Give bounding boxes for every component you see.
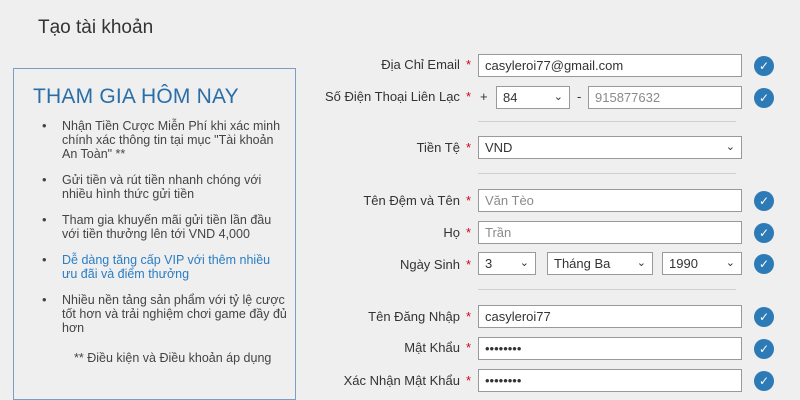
phone-label: Số Điện Thoại Liên Lạc * bbox=[325, 89, 471, 104]
birthday-label: Ngày Sinh * bbox=[399, 257, 471, 272]
birth-year-select[interactable]: 1990 ⌄ bbox=[662, 252, 742, 275]
currency-label: Tiền Tệ * bbox=[416, 140, 471, 155]
confirm-password-field[interactable]: •••••••• bbox=[478, 369, 742, 392]
chevron-down-icon: ⌄ bbox=[636, 257, 646, 269]
check-circle-icon: ✓ bbox=[754, 339, 774, 359]
email-label: Địa Chỉ Email * bbox=[381, 57, 471, 72]
phone-dash: - bbox=[577, 89, 582, 104]
check-circle-icon: ✓ bbox=[754, 223, 774, 243]
country-code-select[interactable]: 84 ⌄ bbox=[496, 86, 570, 109]
check-circle-icon: ✓ bbox=[754, 371, 774, 391]
divider bbox=[478, 121, 736, 122]
password-field[interactable]: •••••••• bbox=[478, 337, 742, 360]
check-circle-icon: ✓ bbox=[754, 56, 774, 76]
birth-day-select[interactable]: 3 ⌄ bbox=[478, 252, 536, 275]
chevron-down-icon: ⌄ bbox=[553, 91, 563, 103]
phone-plus-sign: + bbox=[480, 89, 488, 104]
divider bbox=[478, 289, 736, 290]
promo-heading: THAM GIA HÔM NAY bbox=[33, 85, 239, 108]
birth-month-select[interactable]: Tháng Ba ⌄ bbox=[547, 252, 653, 275]
promo-list: Nhận Tiền Cược Miễn Phí khi xác minh chí… bbox=[42, 119, 287, 347]
check-circle-icon: ✓ bbox=[754, 88, 774, 108]
first-name-label: Tên Đệm và Tên * bbox=[363, 193, 471, 208]
check-circle-icon: ✓ bbox=[754, 307, 774, 327]
chevron-down-icon: ⌄ bbox=[519, 257, 529, 269]
promo-item: Nhận Tiền Cược Miễn Phí khi xác minh chí… bbox=[42, 119, 287, 161]
last-name-field[interactable]: Trần bbox=[478, 221, 742, 244]
promo-item: Nhiều nền tảng sản phẩm với tỷ lệ cược t… bbox=[42, 293, 287, 335]
confirm-password-label: Xác Nhận Mật Khẩu * bbox=[343, 373, 471, 388]
chevron-down-icon: ⌄ bbox=[725, 257, 735, 269]
promo-item: Tham gia khuyến mãi gửi tiền lần đầu với… bbox=[42, 213, 287, 241]
promo-item: Gửi tiền và rút tiền nhanh chóng với nhi… bbox=[42, 173, 287, 201]
username-label: Tên Đăng Nhập * bbox=[368, 309, 471, 324]
promo-item-vip-link[interactable]: Dễ dàng tăng cấp VIP với thêm nhiều ưu đ… bbox=[42, 253, 287, 281]
last-name-label: Họ * bbox=[443, 225, 471, 240]
chevron-down-icon: ⌄ bbox=[725, 141, 735, 153]
phone-number-field[interactable]: 915877632 bbox=[588, 86, 742, 109]
divider bbox=[478, 173, 736, 174]
check-circle-icon: ✓ bbox=[754, 254, 774, 274]
terms-note: ** Điều kiện và Điều khoản áp dụng bbox=[74, 351, 272, 365]
password-label: Mật Khẩu * bbox=[404, 340, 471, 355]
page-title: Tạo tài khoản bbox=[38, 17, 154, 38]
currency-select[interactable]: VND ⌄ bbox=[478, 136, 742, 159]
username-field[interactable]: casyleroi77 bbox=[478, 305, 742, 328]
first-name-field[interactable]: Văn Tèo bbox=[478, 189, 742, 212]
email-field[interactable]: casyleroi77@gmail.com bbox=[478, 54, 742, 77]
check-circle-icon: ✓ bbox=[754, 191, 774, 211]
promo-panel: THAM GIA HÔM NAY Nhận Tiền Cược Miễn Phí… bbox=[13, 68, 296, 400]
